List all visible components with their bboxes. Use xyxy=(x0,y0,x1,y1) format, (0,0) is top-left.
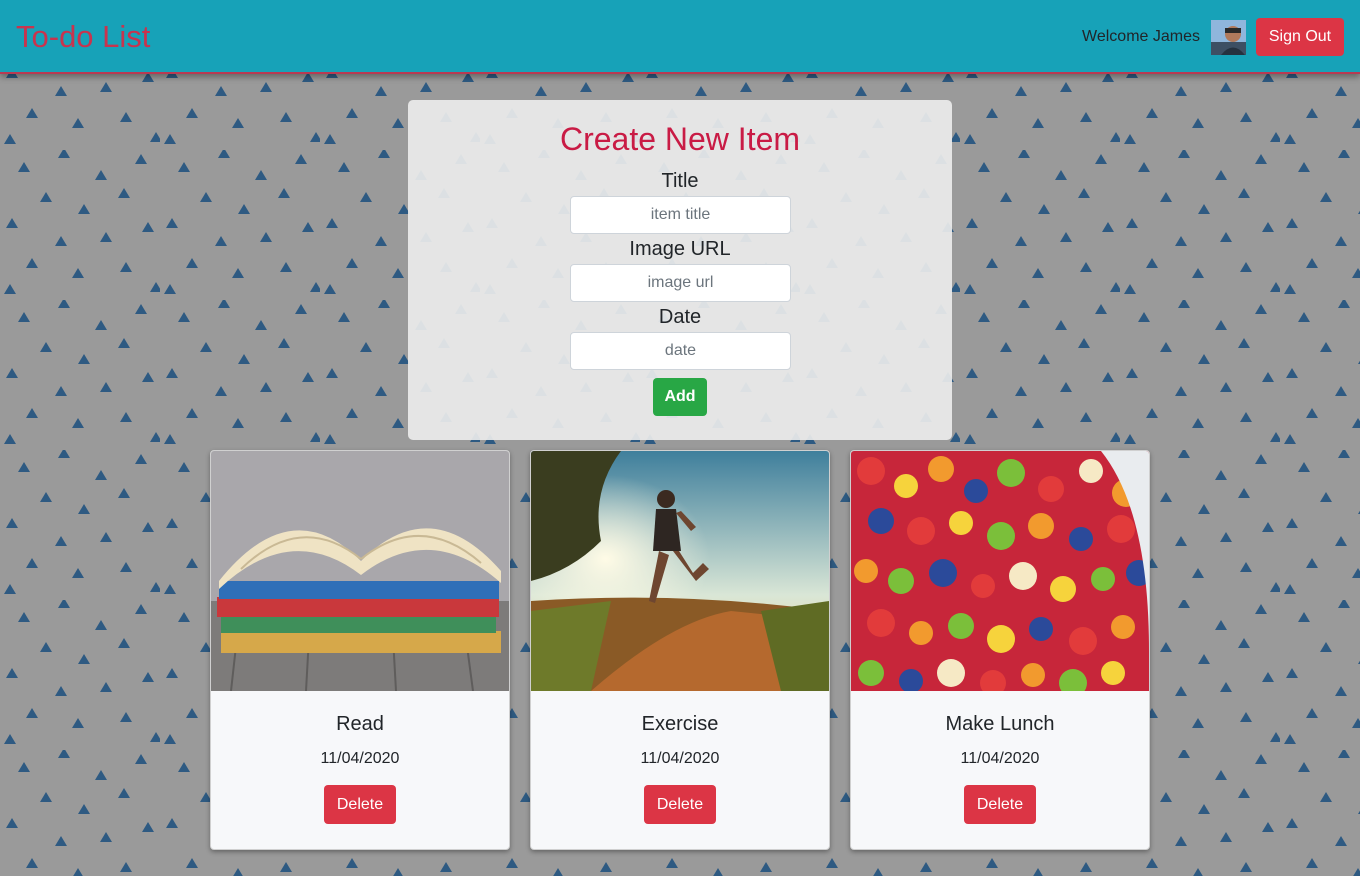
card-title: Read xyxy=(336,713,384,735)
date-label: Date xyxy=(658,306,702,328)
todo-card: Exercise 11/04/2020 Delete xyxy=(530,450,830,850)
card-date: 11/04/2020 xyxy=(960,750,1040,767)
user-avatar-image xyxy=(1211,20,1246,55)
delete-button[interactable]: Delete xyxy=(964,785,1036,824)
welcome-text: Welcome James xyxy=(1082,28,1200,45)
todo-card: Read 11/04/2020 Delete xyxy=(210,450,510,850)
date-input[interactable] xyxy=(570,332,791,370)
fruit-salad-image xyxy=(851,451,1149,691)
card-date: 11/04/2020 xyxy=(320,750,400,767)
brand-title[interactable]: To-do List xyxy=(16,19,150,55)
title-label: Title xyxy=(661,170,699,192)
navbar: To-do List Welcome James Sign Out xyxy=(0,0,1360,74)
runner-image xyxy=(531,451,829,691)
card-title: Exercise xyxy=(641,713,719,735)
image-url-label: Image URL xyxy=(629,238,731,260)
create-item-form: Create New Item Title Image URL Date Add xyxy=(408,100,952,440)
add-button[interactable]: Add xyxy=(653,378,707,416)
delete-button[interactable]: Delete xyxy=(324,785,396,824)
image-url-input[interactable] xyxy=(570,264,791,302)
sign-out-button[interactable]: Sign Out xyxy=(1256,18,1344,56)
card-title: Make Lunch xyxy=(945,713,1055,735)
title-input[interactable] xyxy=(570,196,791,234)
delete-button[interactable]: Delete xyxy=(644,785,716,824)
avatar xyxy=(1211,20,1246,55)
todo-card: Make Lunch 11/04/2020 Delete xyxy=(850,450,1150,850)
books-image xyxy=(211,451,509,691)
card-date: 11/04/2020 xyxy=(640,750,720,767)
form-title: Create New Item xyxy=(559,121,801,157)
